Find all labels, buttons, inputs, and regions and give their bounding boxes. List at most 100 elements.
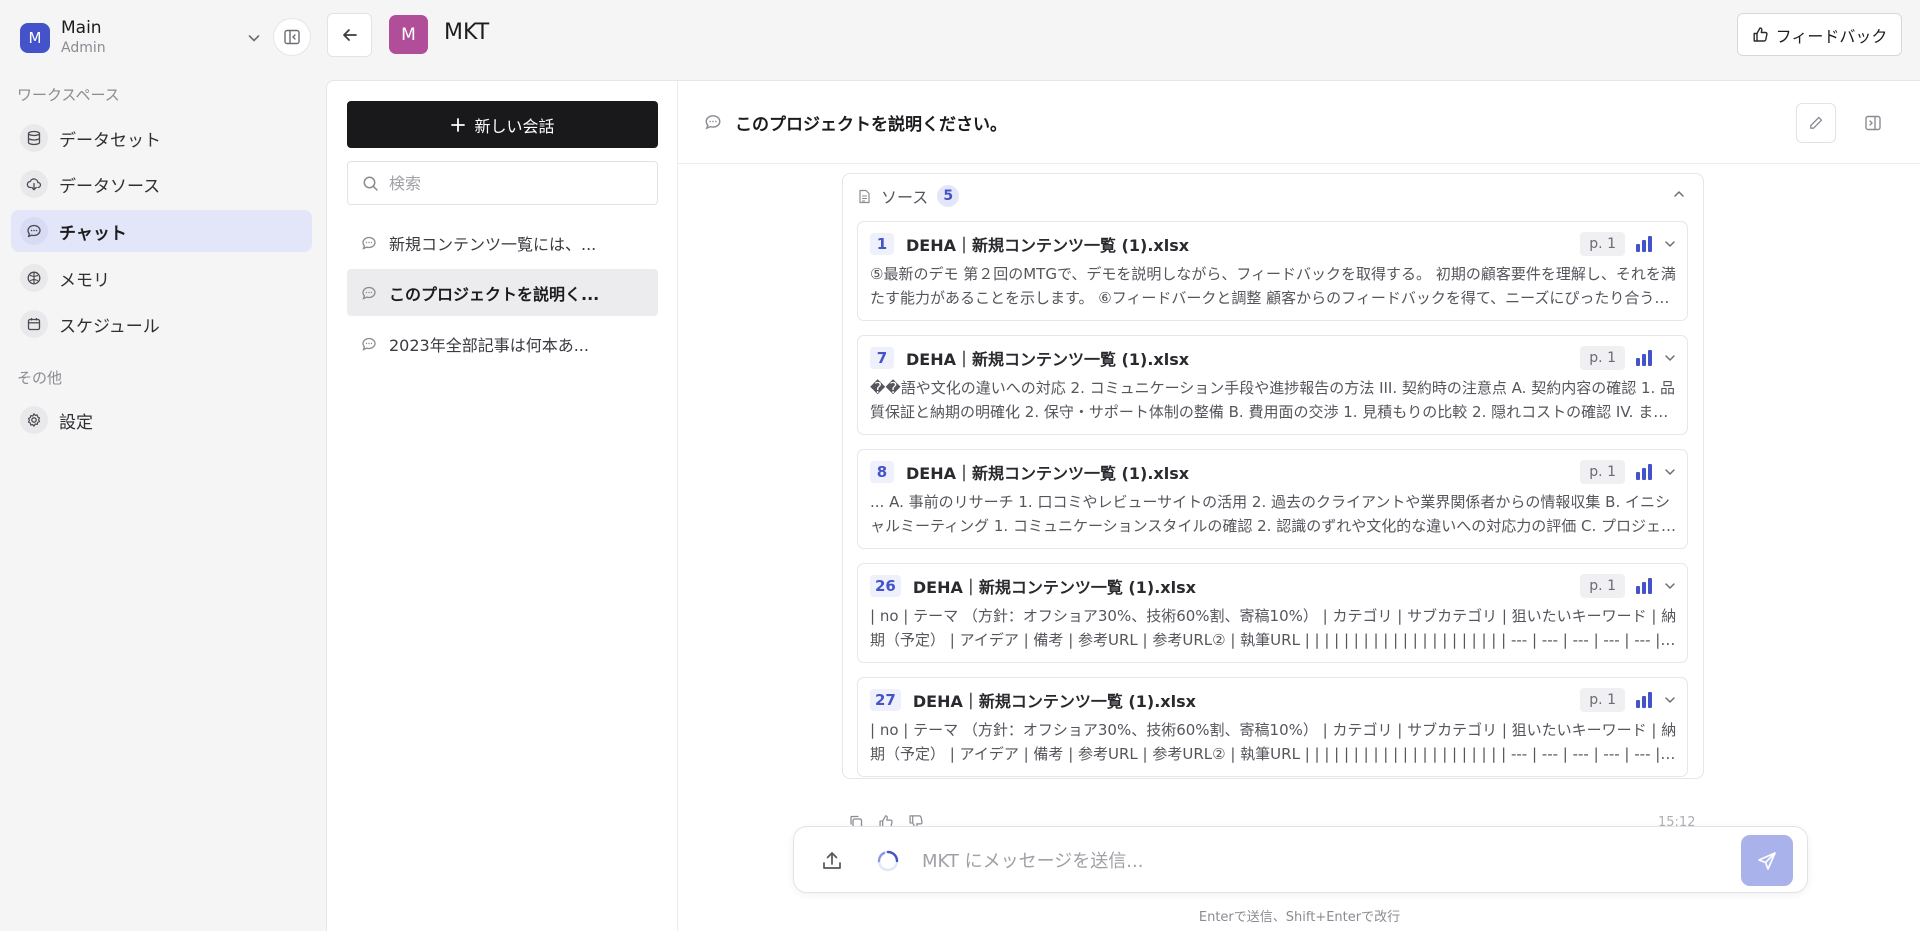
source-number: 8 — [870, 461, 894, 483]
sources-count-badge: 5 — [937, 185, 960, 207]
sources-panel: ソース 5 1 DEHA｜新規コンテンツ一覧 (1).xlsx p. 1 ⑤最新… — [842, 173, 1704, 779]
chevron-down-icon[interactable] — [1663, 351, 1677, 365]
source-filename: DEHA｜新規コンテンツ一覧 (1).xlsx — [906, 350, 1190, 369]
chat-icon — [362, 337, 376, 351]
chat-icon — [705, 115, 721, 130]
workspace-switcher[interactable]: M Main Admin — [20, 16, 262, 60]
source-card[interactable]: 1 DEHA｜新規コンテンツ一覧 (1).xlsx p. 1 ⑤最新のデモ 第２… — [857, 221, 1688, 321]
sidebar-item-schedule[interactable]: スケジュール — [11, 303, 312, 345]
send-button[interactable] — [1741, 835, 1793, 886]
thumbs-up-icon — [1753, 27, 1768, 42]
relevance-bars-icon — [1636, 350, 1652, 366]
pencil-icon — [1810, 116, 1823, 129]
sidebar-item-label: スケジュール — [59, 316, 160, 337]
new-conversation-label: 新しい会話 — [474, 116, 555, 136]
document-icon — [859, 189, 870, 203]
source-excerpt: | no | テーマ （方針：オフショア30%、技術60%割、寄稿10%） | … — [870, 721, 1677, 763]
relevance-bars-icon — [1636, 464, 1652, 480]
input-hint: Enterで送信、Shift+Enterで改行 — [1198, 910, 1401, 925]
source-card[interactable]: 7 DEHA｜新規コンテンツ一覧 (1).xlsx p. 1 ��語や文化の違い… — [857, 335, 1688, 435]
conversation-search[interactable] — [347, 161, 658, 205]
chevron-down-icon[interactable] — [1663, 693, 1677, 707]
sidebar-item-datasource[interactable]: データソース — [11, 163, 312, 205]
sidebar-toggle-icon — [284, 29, 300, 45]
source-card[interactable]: 8 DEHA｜新規コンテンツ一覧 (1).xlsx p. 1 ... A. 事前… — [857, 449, 1688, 549]
main-panel: 新しい会話 新規コンテンツ一覧には、... このプロジェクトを説明く... 20… — [326, 80, 1920, 931]
chevron-down-icon[interactable] — [1663, 237, 1677, 251]
conversation-list: 新しい会話 新規コンテンツ一覧には、... このプロジェクトを説明く... 20… — [327, 81, 678, 931]
chevron-down-icon[interactable] — [1663, 465, 1677, 479]
source-excerpt: ⑤最新のデモ 第２回のMTGで、デモを説明しながら、フィードバックを取得する。 … — [870, 265, 1676, 307]
workspace-avatar: M — [20, 23, 50, 53]
sidebar-item-memory[interactable]: メモリ — [11, 257, 312, 299]
relevance-bars-icon — [1636, 578, 1652, 594]
source-card[interactable]: 26 DEHA｜新規コンテンツ一覧 (1).xlsx p. 1 | no | テ… — [857, 563, 1688, 663]
feedback-label: フィードバック — [1775, 26, 1888, 46]
search-input[interactable] — [389, 173, 639, 193]
sidebar-item-dataset[interactable]: データセット — [11, 117, 312, 159]
sidebar-item-label: データソース — [59, 176, 161, 197]
conversation-item[interactable]: 2023年全部記事は何本あ... — [347, 320, 658, 367]
source-filename: DEHA｜新規コンテンツ一覧 (1).xlsx — [912, 692, 1196, 711]
send-icon — [1758, 851, 1776, 870]
back-button[interactable] — [327, 13, 372, 57]
collapse-sources-button[interactable] — [1669, 184, 1689, 204]
brain-icon — [20, 264, 48, 292]
source-number: 27 — [870, 689, 901, 711]
chat-area: このプロジェクトを説明ください。 ソース 5 1 DEHA｜新規コンテンツ一覧 … — [678, 81, 1920, 931]
chat-icon — [362, 286, 376, 300]
chevron-down-icon[interactable] — [1663, 579, 1677, 593]
sidebar-item-settings[interactable]: 設定 — [11, 399, 312, 441]
source-filename: DEHA｜新規コンテンツ一覧 (1).xlsx — [906, 464, 1190, 483]
page-badge: p. 1 — [1580, 688, 1625, 712]
loading-spinner-icon — [877, 850, 899, 872]
section-label-workspace: ワークスペース — [17, 86, 120, 104]
sidebar-item-label: 設定 — [59, 412, 93, 433]
project-avatar: M — [389, 15, 428, 54]
gear-icon — [20, 406, 48, 434]
page-badge: p. 1 — [1580, 460, 1625, 484]
new-conversation-button[interactable]: 新しい会話 — [347, 101, 658, 148]
conversation-item[interactable]: 新規コンテンツ一覧には、... — [347, 219, 658, 266]
page-badge: p. 1 — [1580, 574, 1625, 598]
feedback-button[interactable]: フィードバック — [1737, 13, 1902, 56]
side-panel-icon — [1865, 115, 1881, 131]
calendar-icon — [20, 310, 48, 338]
chevron-down-icon — [248, 35, 260, 42]
sidebar-item-label: チャット — [59, 223, 127, 244]
arrow-left-icon — [342, 29, 357, 41]
upload-icon[interactable] — [820, 849, 844, 873]
chat-title: このプロジェクトを説明ください。 — [735, 114, 1007, 135]
workspace-name: Main — [61, 18, 102, 38]
collapse-sidebar-button[interactable] — [273, 18, 311, 56]
source-excerpt: ... A. 事前のリサーチ 1. 口コミやレビューサイトの活用 2. 過去のク… — [870, 493, 1676, 535]
conversation-title: このプロジェクトを説明く... — [389, 284, 600, 304]
edit-title-button[interactable] — [1796, 103, 1836, 143]
message-input[interactable] — [922, 844, 1702, 878]
chat-icon — [20, 217, 48, 245]
toggle-side-panel-button[interactable] — [1855, 105, 1891, 141]
sidebar-item-chat[interactable]: チャット — [11, 210, 312, 252]
relevance-bars-icon — [1636, 236, 1652, 252]
source-filename: DEHA｜新規コンテンツ一覧 (1).xlsx — [912, 578, 1196, 597]
section-label-other: その他 — [17, 369, 63, 387]
source-number: 7 — [870, 347, 894, 369]
sidebar-item-label: データセット — [59, 130, 161, 151]
source-filename: DEHA｜新規コンテンツ一覧 (1).xlsx — [906, 236, 1190, 255]
database-icon — [20, 124, 48, 152]
sources-header[interactable]: ソース 5 — [857, 184, 960, 208]
conversation-title: 2023年全部記事は何本あ... — [389, 335, 589, 355]
page-badge: p. 1 — [1580, 232, 1625, 256]
sidebar: M Main Admin ワークスペース データセット データソース チャット … — [0, 0, 320, 931]
source-card[interactable]: 27 DEHA｜新規コンテンツ一覧 (1).xlsx p. 1 | no | テ… — [857, 677, 1688, 777]
page-badge: p. 1 — [1580, 346, 1625, 370]
workspace-role: Admin — [61, 40, 106, 56]
conversation-item-active[interactable]: このプロジェクトを説明く... — [347, 269, 658, 316]
source-excerpt: | no | テーマ （方針：オフショア30%、技術60%割、寄稿10%） | … — [870, 607, 1677, 649]
plus-icon — [451, 117, 466, 132]
chat-header: このプロジェクトを説明ください。 — [678, 81, 1920, 164]
project-title: MKT — [444, 20, 490, 45]
relevance-bars-icon — [1636, 692, 1652, 708]
search-icon — [363, 176, 378, 191]
chat-icon — [362, 236, 376, 250]
